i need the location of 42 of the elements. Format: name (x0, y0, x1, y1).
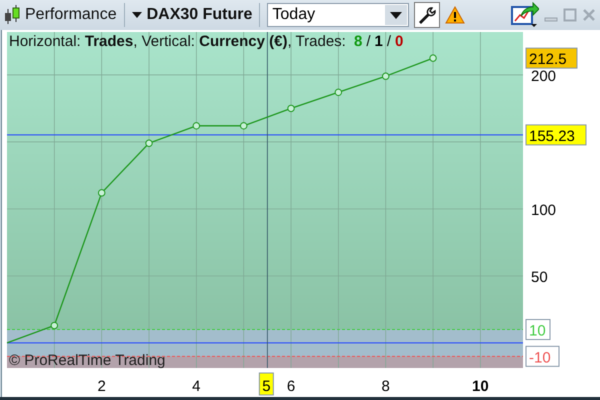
ref-line-label: 155.23 (529, 128, 575, 145)
trade-count: 1 (374, 33, 383, 50)
point (145, 140, 153, 147)
settings-button[interactable] (414, 2, 440, 28)
count-separator: / (366, 33, 371, 50)
instrument-name[interactable]: DAX30 Future (146, 6, 252, 24)
x-axis-label: 10 (472, 378, 489, 395)
indicator-name[interactable]: Performance (25, 6, 117, 24)
point (50, 322, 58, 330)
warning-icon[interactable] (445, 6, 466, 24)
x-axis-label: 8 (382, 378, 390, 395)
count-separator: / (386, 33, 392, 50)
trade-count: 8 (354, 33, 362, 50)
caret-icon[interactable] (390, 12, 402, 18)
price-tag: 10 (526, 319, 550, 340)
caret-icon[interactable] (132, 12, 142, 18)
candlestick-icon[interactable] (4, 4, 20, 26)
cursor-tag: 5 (258, 372, 274, 396)
price-tag: -10 (526, 346, 560, 367)
x-axis-label: 6 (286, 378, 296, 395)
point (192, 122, 200, 130)
y-axis-label: 100 (531, 202, 556, 219)
chart-heading: Horizontal: Trades, Vertical: Currency (€), Trades: (9, 33, 347, 50)
period-dropdown[interactable]: Today (267, 3, 410, 27)
ref-line-label: 5 (262, 378, 271, 395)
point (382, 72, 390, 80)
chart-export-icon[interactable] (511, 2, 539, 28)
point (287, 104, 295, 112)
ref-line-label: 10 (529, 322, 546, 340)
point (240, 122, 248, 130)
x-axis-label: 4 (192, 378, 201, 395)
y-axis-label: 50 (531, 268, 548, 286)
x-axis-label: 2 (98, 378, 106, 395)
trade-count: 0 (395, 33, 404, 50)
point (98, 189, 106, 197)
y-axis-label: 200 (531, 68, 556, 85)
price-tag: 155.23 (526, 124, 586, 146)
last-value-tag: 212.5 (526, 48, 578, 69)
copyright-text: © ProRealTime Trading (9, 352, 166, 369)
ref-line-label: -10 (529, 349, 551, 366)
point (429, 54, 437, 62)
point (334, 88, 342, 96)
